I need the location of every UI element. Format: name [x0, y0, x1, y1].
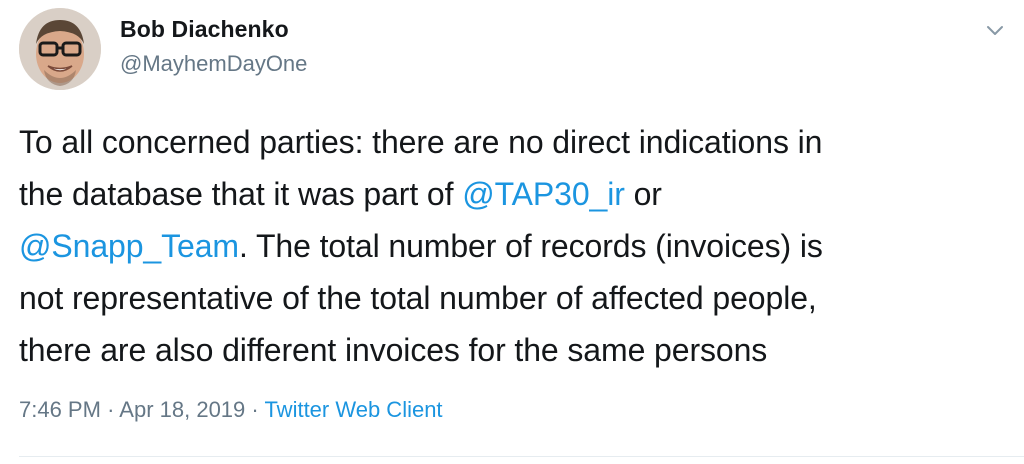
- tweet-text-line: To all concerned parties: there are no d…: [19, 116, 1009, 168]
- mention-link[interactable]: @Snapp_Team: [19, 228, 239, 264]
- author-handle[interactable]: @MayhemDayOne: [120, 51, 307, 77]
- tweet-text-segment: or: [624, 176, 662, 212]
- tweet-time[interactable]: 7:46 PM: [19, 397, 101, 422]
- divider: [19, 456, 1024, 457]
- tweet-text-segment: . The total number of records (invoices)…: [238, 228, 823, 264]
- author-name[interactable]: Bob Diachenko: [120, 16, 289, 43]
- tweet-text-segment: To all concerned parties: there are no d…: [19, 124, 823, 160]
- mention-link[interactable]: @TAP30_ir: [462, 176, 625, 212]
- user-avatar-icon: [19, 8, 101, 90]
- tweet-text-segment: not representative of the total number o…: [19, 280, 817, 316]
- avatar[interactable]: [19, 8, 101, 90]
- tweet-date[interactable]: Apr 18, 2019: [119, 397, 245, 422]
- tweet-card: Bob Diachenko @MayhemDayOne To all conce…: [0, 0, 1024, 464]
- tweet-text-segment: there are also different invoices for th…: [19, 332, 768, 368]
- tweet-text-line: not representative of the total number o…: [19, 272, 1009, 324]
- meta-separator: ·: [251, 397, 259, 422]
- tweet-text-line: the database that it was part of @TAP30_…: [19, 168, 1009, 220]
- chevron-down-icon[interactable]: [982, 18, 1008, 44]
- tweet-text-line: there are also different invoices for th…: [19, 324, 1009, 376]
- tweet-source-link[interactable]: Twitter Web Client: [264, 397, 442, 422]
- tweet-meta: 7:46 PM · Apr 18, 2019 · Twitter Web Cli…: [19, 397, 443, 423]
- meta-separator: ·: [107, 397, 115, 422]
- tweet-text-segment: the database that it was part of: [19, 176, 463, 212]
- tweet-text: To all concerned parties: there are no d…: [19, 116, 1009, 376]
- tweet-text-line: @Snapp_Team. The total number of records…: [19, 220, 1009, 272]
